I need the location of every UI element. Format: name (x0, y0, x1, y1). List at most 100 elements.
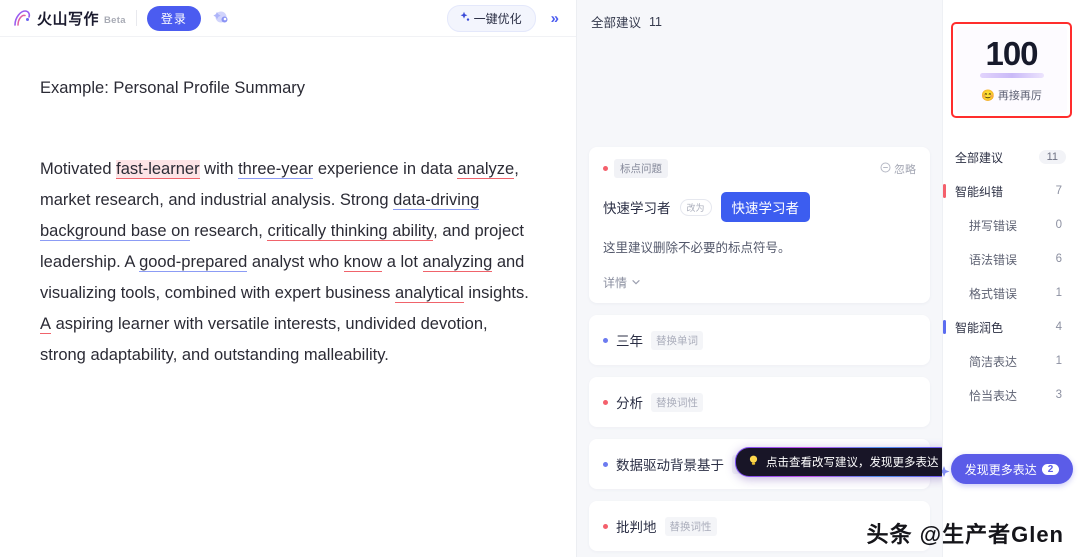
ignore-button[interactable]: 忽略 (880, 161, 916, 177)
toolbar-right-group: 一键优化 » (446, 4, 566, 32)
category-count: 1 (1055, 287, 1062, 299)
doc-flagged-text[interactable]: A (40, 315, 52, 335)
category-count: 0 (1055, 219, 1062, 231)
one-click-optimize-button[interactable]: 一键优化 (446, 4, 536, 32)
category-label: 简洁表达 (969, 354, 1018, 369)
severity-dot-icon (603, 337, 608, 343)
doc-text-run: Motivated (40, 160, 117, 179)
category-count: 11 (1038, 150, 1066, 164)
severity-dot-icon (603, 461, 608, 467)
app-root: 火山写作 Beta 登录 一键优化 » Example: Personal Pr… (0, 0, 1080, 557)
suggestion-card-body: 标点问题 忽略 快速学习者 改为 快速学习者 这里建议删除不必要的标点符号。 详… (589, 147, 930, 303)
score-value-wrap: 100 (956, 37, 1067, 70)
doc-text-run: analyst who (247, 253, 344, 272)
score-card: 100 😊 再接再厉 (956, 27, 1067, 113)
suggestion-word: 批判地 (616, 520, 657, 535)
login-button[interactable]: 登录 (146, 5, 201, 31)
doc-text-run: insights. (463, 284, 529, 303)
optimize-label: 一键优化 (473, 11, 522, 26)
doc-flagged-text[interactable]: three-year (238, 160, 314, 180)
category-label: 语法错误 (969, 252, 1018, 267)
sidebar-item-语法错误[interactable]: 语法错误 6 (943, 242, 1080, 276)
doc-flagged-text[interactable]: analytical (394, 284, 464, 304)
category-label: 恰当表达 (969, 388, 1018, 403)
watermark: 头条 @生产者Glen (866, 522, 1064, 547)
suggestion-fix-row: 快速学习者 改为 快速学习者 (603, 192, 916, 222)
brand: 火山写作 Beta (12, 8, 126, 29)
chevron-down-icon (631, 276, 641, 290)
rewrite-tooltip: 点击查看改写建议，发现更多表达 (735, 447, 942, 477)
document-area[interactable]: Example: Personal Profile Summary Motiva… (0, 37, 576, 557)
doc-flagged-text[interactable]: analyze (457, 160, 515, 180)
sparkle-icon (458, 11, 470, 26)
discover-more-button[interactable]: 发现更多表达 2 (951, 454, 1073, 484)
discover-label: 发现更多表达 (964, 462, 1037, 477)
score-caption-row: 😊 再接再厉 (956, 87, 1067, 103)
arrow-chip-icon: 改为 (679, 198, 712, 216)
category-label: 拼写错误 (969, 218, 1018, 233)
score-value: 100 (985, 35, 1038, 72)
suggestion-mini-card[interactable]: 分析 替换词性 (589, 377, 930, 427)
expand-panel-button[interactable]: » (544, 8, 566, 29)
apply-replacement-button[interactable]: 快速学习者 (720, 192, 811, 222)
mini-suggestion-list: 三年替换单词分析替换词性数据驱动背景基于替换词组批判地替换词性 (589, 315, 930, 551)
suggestion-explanation: 这里建议删除不必要的标点符号。 (603, 241, 791, 255)
severity-dot-icon (603, 166, 608, 171)
suggestion-card-punctuation[interactable]: 标点问题 忽略 快速学习者 改为 快速学习者 这里建议删除不必要的标点符号。 详… (589, 147, 930, 303)
suggestion-pane: 全部建议 11 标点问题 忽略 快速学习者 改为 快速学习者 这里建议删除不必要… (577, 0, 942, 557)
sidebar-item-拼写错误[interactable]: 拼写错误 0 (943, 208, 1080, 242)
score-caption-text: 再接再厉 (997, 90, 1042, 102)
sidebar-item-智能纠错[interactable]: 智能纠错 7 (943, 174, 1080, 208)
suggestion-action-tag: 替换词性 (664, 516, 717, 536)
ignore-circle-icon (880, 162, 891, 176)
lightbulb-icon (747, 454, 760, 470)
category-count: 6 (1055, 253, 1062, 265)
suggestion-header: 全部建议 11 (577, 0, 942, 41)
suggestion-word: 三年 (616, 334, 643, 349)
sidebar-item-简洁表达[interactable]: 简洁表达 1 (943, 344, 1080, 378)
doc-flagged-text[interactable]: know (343, 253, 383, 273)
suggestion-action-tag: 替换词性 (651, 392, 703, 412)
sidebar-item-智能润色[interactable]: 智能润色 4 (943, 310, 1080, 344)
suggestion-word: 数据驱动背景基于 (616, 458, 724, 473)
category-count: 1 (1055, 355, 1062, 367)
category-label: 格式错误 (969, 286, 1018, 301)
category-bar-indicator (943, 184, 946, 198)
category-label: 智能润色 (955, 320, 1004, 335)
volcano-logo-icon (12, 9, 32, 27)
suggestion-action-tag: 替换单词 (651, 330, 703, 350)
document-title: Example: Personal Profile Summary (40, 79, 306, 97)
doc-text-run: aspiring learner with versatile interest… (40, 315, 488, 365)
category-count: 7 (1055, 185, 1062, 197)
doc-flagged-text[interactable]: critically thinking ability (267, 222, 434, 242)
beta-badge: Beta (104, 14, 126, 26)
doc-flagged-text[interactable]: good-prepared (139, 253, 248, 273)
doc-text-run: research, (189, 222, 268, 241)
ai-magic-icon[interactable] (211, 7, 233, 29)
category-bar-indicator (943, 320, 946, 334)
editor-pane: 火山写作 Beta 登录 一键优化 » Example: Personal Pr… (0, 0, 577, 557)
doc-flagged-text[interactable]: fast-learner (116, 160, 200, 180)
document-body[interactable]: Motivated fast-learner with three-year e… (40, 154, 536, 371)
ignore-label: 忽略 (894, 163, 916, 176)
suggestion-header-label: 全部建议 (591, 16, 642, 30)
sidebar-item-格式错误[interactable]: 格式错误 1 (943, 276, 1080, 310)
sidebar-item-恰当表达[interactable]: 恰当表达 3 (943, 378, 1080, 412)
detail-toggle[interactable]: 详情 (603, 274, 916, 291)
sidebar-pane: 100 😊 再接再厉 全部建议 11 智能纠错 7 拼写错误 0 语法错误 6 格式错误 1 智能润… (938, 0, 1080, 557)
suggestion-card-header: 标点问题 忽略 (603, 159, 916, 178)
editor-toolbar: 火山写作 Beta 登录 一键优化 » (0, 0, 576, 37)
sidebar-item-全部建议[interactable]: 全部建议 11 (943, 140, 1080, 174)
suggestion-type-tag: 标点问题 (614, 159, 668, 178)
severity-dot-icon (603, 399, 608, 405)
suggestion-tag-group: 标点问题 (603, 159, 668, 178)
toolbar-divider (135, 10, 137, 26)
severity-dot-icon (603, 523, 608, 529)
doc-text-run: a lot (382, 253, 423, 272)
suggestion-mini-card[interactable]: 三年 替换单词 (589, 315, 930, 365)
score-highlight-box: 100 😊 再接再厉 (951, 22, 1072, 118)
doc-text-run: with (199, 160, 239, 179)
doc-flagged-text[interactable]: analyzing (422, 253, 493, 273)
discover-count-badge: 2 (1041, 463, 1060, 475)
score-underline-decoration (979, 73, 1044, 78)
